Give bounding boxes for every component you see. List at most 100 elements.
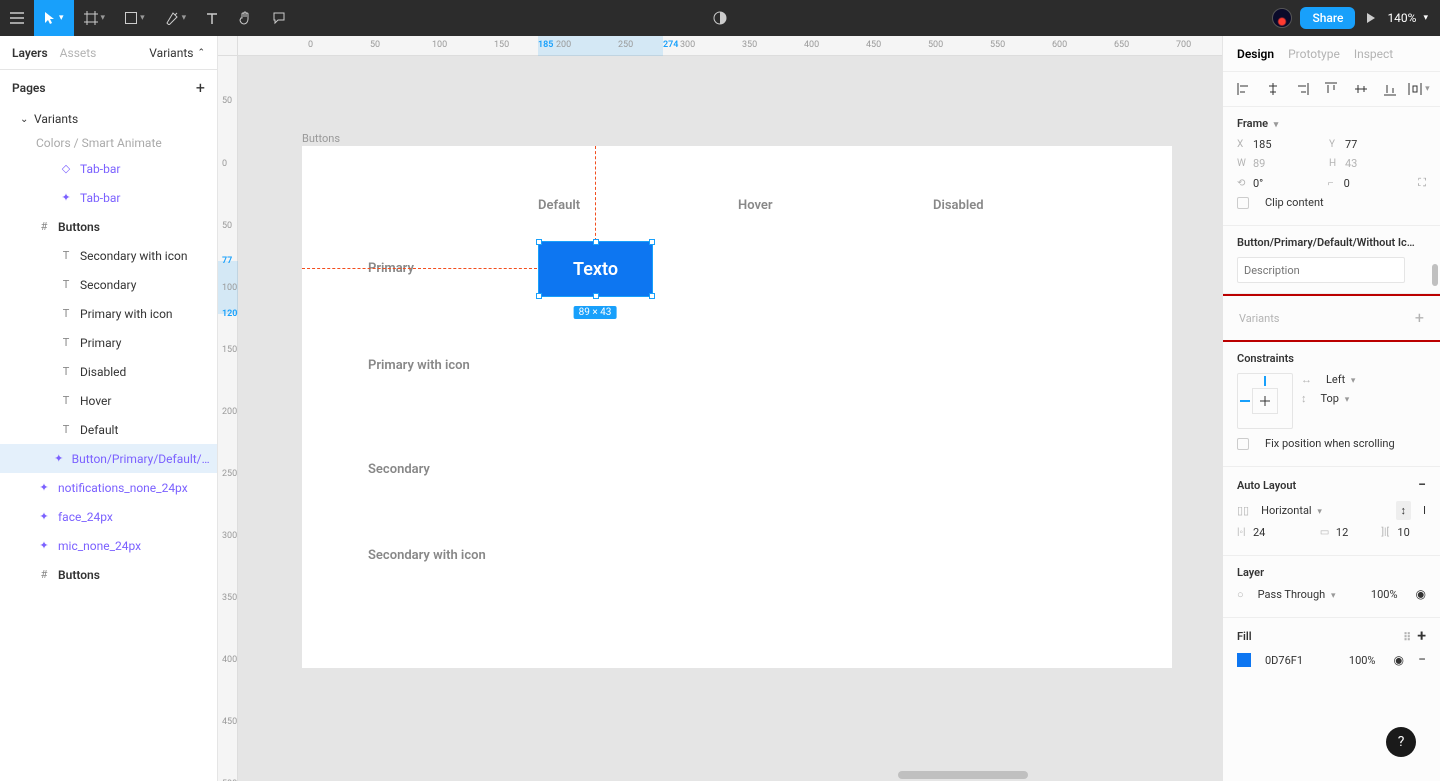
menu-button[interactable] <box>0 0 34 36</box>
selection-handle[interactable] <box>536 293 542 299</box>
layer-row[interactable]: ✦notifications_none_24px <box>0 473 217 502</box>
add-fill-button[interactable]: + <box>1417 626 1426 645</box>
fill-swatch[interactable] <box>1237 653 1251 667</box>
selection-handle[interactable] <box>593 239 599 245</box>
remove-fill-button[interactable]: − <box>1418 652 1426 668</box>
selection-handle[interactable] <box>649 239 655 245</box>
ruler-tick: 200 <box>222 407 237 417</box>
constraints-title: Constraints <box>1237 352 1294 365</box>
align-bottom-icon[interactable] <box>1379 78 1401 100</box>
selection-handle[interactable] <box>649 293 655 299</box>
visibility-toggle[interactable]: ◉ <box>1416 587 1426 601</box>
fill-opacity-field[interactable]: 100% <box>1349 654 1376 667</box>
h-field[interactable]: H43 <box>1329 157 1413 170</box>
align-right-icon[interactable] <box>1291 78 1313 100</box>
align-top-icon[interactable] <box>1320 78 1342 100</box>
blend-icon: ○ <box>1237 588 1244 601</box>
corner-expand-icon[interactable]: ⛶ <box>1418 176 1426 190</box>
y-field[interactable]: Y77 <box>1329 138 1413 151</box>
frame-dropdown[interactable]: Frame ▾ <box>1237 117 1278 130</box>
ruler-tick: 250 <box>618 40 633 50</box>
constraint-box[interactable] <box>1237 373 1293 429</box>
ruler-vertical[interactable]: 5005077100120150200250300350400450500 <box>218 56 238 781</box>
layer-row[interactable]: TSecondary with icon <box>0 241 217 270</box>
comment-tool[interactable] <box>262 0 296 36</box>
variants-dropdown[interactable]: Variants⌃ <box>149 46 205 60</box>
description-input[interactable] <box>1237 257 1405 283</box>
present-button[interactable] <box>1363 0 1379 36</box>
scrollbar-thumb[interactable] <box>1432 264 1438 286</box>
fill-visibility-toggle[interactable]: ◉ <box>1394 653 1404 667</box>
tab-prototype[interactable]: Prototype <box>1288 47 1340 61</box>
layer-row[interactable]: #Buttons <box>0 560 217 589</box>
constraint-v-dropdown[interactable]: Top ▾ <box>1321 392 1350 405</box>
distribute-icon[interactable]: ▾ <box>1408 78 1430 100</box>
layer-row[interactable]: ◇Tab-bar <box>0 154 217 183</box>
padding-h-field[interactable]: ▭12 <box>1320 526 1374 539</box>
layer-row[interactable]: THover <box>0 386 217 415</box>
canvas[interactable]: 0501001501852002502743003504004505005506… <box>218 36 1222 781</box>
direction-dropdown[interactable]: Horizontal ▾ <box>1261 504 1322 517</box>
fill-hex-field[interactable]: 0D76F1 <box>1265 654 1303 667</box>
text-icon: T <box>58 423 74 436</box>
layer-title: Layer <box>1237 566 1264 579</box>
layer-label: Tab-bar <box>80 191 120 205</box>
artboard-buttons[interactable] <box>302 146 1172 668</box>
layer-row[interactable]: ✦mic_none_24px <box>0 531 217 560</box>
hand-tool[interactable] <box>228 0 262 36</box>
selection-handle[interactable] <box>593 293 599 299</box>
page-item-colors[interactable]: Colors / Smart Animate <box>0 132 217 154</box>
layer-row[interactable]: TPrimary <box>0 328 217 357</box>
selection-handle[interactable] <box>536 239 542 245</box>
align-center-v-icon[interactable] <box>1350 78 1372 100</box>
add-variant-button[interactable]: + <box>1415 310 1424 326</box>
help-button[interactable]: ? <box>1386 727 1416 757</box>
autolayout-text-icon[interactable]: I <box>1423 504 1426 517</box>
layer-row[interactable]: TPrimary with icon <box>0 299 217 328</box>
share-button[interactable]: Share <box>1300 7 1355 29</box>
layer-row[interactable]: TSecondary <box>0 270 217 299</box>
ruler-horizontal[interactable]: 0501001501852002502743003504004505005506… <box>238 36 1222 56</box>
zoom-dropdown[interactable]: 140%▾ <box>1387 11 1428 25</box>
corner-field[interactable]: ⌐0 <box>1328 177 1411 190</box>
layer-row[interactable]: #Buttons <box>0 212 217 241</box>
avatar[interactable] <box>1272 8 1292 28</box>
selected-button[interactable]: Texto <box>538 241 653 297</box>
layer-row[interactable]: ✦Button/Primary/Default/Witho… <box>0 444 217 473</box>
tab-design[interactable]: Design <box>1237 47 1274 61</box>
blend-dropdown[interactable]: Pass Through ▾ <box>1258 588 1336 601</box>
frame-label[interactable]: Buttons <box>302 132 340 145</box>
tab-layers[interactable]: Layers <box>12 46 48 60</box>
spacing-field[interactable]: |◦|24 <box>1237 526 1312 539</box>
layer-row[interactable]: ✦Tab-bar <box>0 183 217 212</box>
pen-tool[interactable]: ▾ <box>155 0 197 36</box>
tab-inspect[interactable]: Inspect <box>1354 47 1393 61</box>
fill-style-icon[interactable]: ⠿ <box>1403 631 1411 644</box>
variants-section-highlighted: Variants + <box>1222 294 1440 342</box>
page-item-variants[interactable]: ⌄ Variants <box>0 106 217 132</box>
layer-row[interactable]: TDisabled <box>0 357 217 386</box>
opacity-field[interactable]: 100% <box>1371 588 1398 601</box>
tab-assets[interactable]: Assets <box>60 46 97 60</box>
text-tool[interactable] <box>196 0 228 36</box>
document-title[interactable] <box>713 11 727 25</box>
autolayout-toggle[interactable]: ↕ <box>1396 501 1412 520</box>
align-center-h-icon[interactable] <box>1262 78 1284 100</box>
frame-tool[interactable]: ▾ <box>74 0 116 36</box>
layer-row[interactable]: ✦face_24px <box>0 502 217 531</box>
padding-v-field[interactable]: ]|[10 <box>1381 526 1426 539</box>
remove-autolayout-button[interactable]: − <box>1418 477 1426 493</box>
constraint-h-dropdown[interactable]: Left ▾ <box>1326 373 1355 386</box>
add-page-button[interactable]: + <box>196 80 205 96</box>
move-tool[interactable]: ▾ <box>34 0 74 36</box>
fix-scroll-checkbox[interactable] <box>1237 438 1249 450</box>
clip-content-checkbox[interactable] <box>1237 197 1249 209</box>
align-left-icon[interactable] <box>1233 78 1255 100</box>
shape-tool[interactable]: ▾ <box>115 0 155 36</box>
w-field[interactable]: W89 <box>1237 157 1321 170</box>
horizontal-scrollbar[interactable] <box>898 771 1028 779</box>
x-field[interactable]: X185 <box>1237 138 1321 151</box>
ruler-tick: 450 <box>222 717 237 727</box>
rotation-field[interactable]: ⟲0° <box>1237 177 1320 190</box>
layer-row[interactable]: TDefault <box>0 415 217 444</box>
